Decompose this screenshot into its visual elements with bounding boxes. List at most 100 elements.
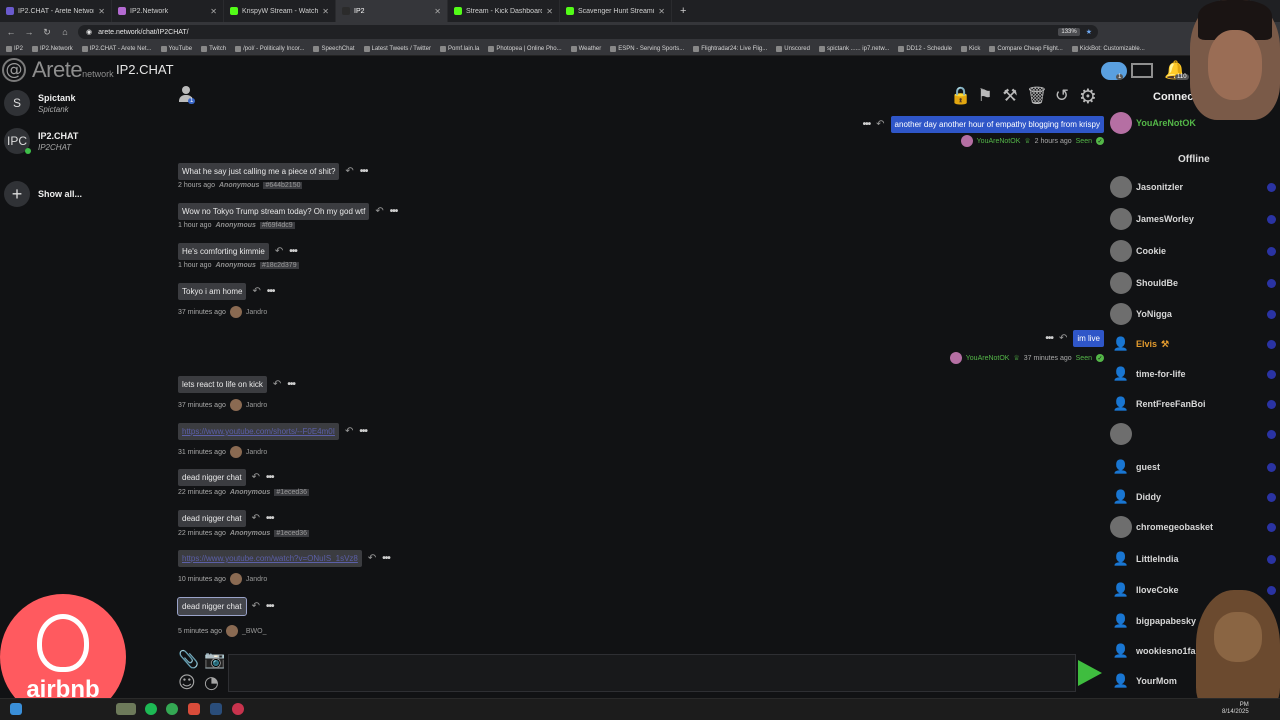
user-avatar[interactable] xyxy=(225,625,238,637)
attach-icon[interactable]: 📎 xyxy=(178,650,199,670)
reply-icon[interactable]: ↶ xyxy=(275,246,283,257)
history-icon[interactable]: ↺ xyxy=(1052,86,1072,106)
reply-icon[interactable]: ↶ xyxy=(252,472,260,483)
back-icon[interactable]: ← xyxy=(6,27,16,37)
user-avatar[interactable] xyxy=(229,399,242,411)
more-options-icon[interactable]: ••• xyxy=(1045,333,1053,344)
url-field[interactable]: ◉ arete.network/chat/IP2CHAT/ 133% ★ xyxy=(78,25,1098,39)
flag-icon[interactable]: ⚑ xyxy=(975,86,995,106)
user-offline[interactable]: YoNigga xyxy=(1110,303,1280,325)
show-all-button[interactable]: + Show all... xyxy=(4,181,82,207)
close-icon[interactable]: ✕ xyxy=(546,7,553,16)
browser-tab[interactable]: Scavenger Hunt Streaming - Li ✕ xyxy=(560,0,672,22)
bookmark-item[interactable]: Compare Cheap Flight... xyxy=(989,45,1063,52)
bookmark-item[interactable]: Photopea | Online Pho... xyxy=(488,45,562,52)
more-options-icon[interactable]: ••• xyxy=(390,206,398,217)
reply-icon[interactable]: ↶ xyxy=(345,166,353,177)
more-options-icon[interactable]: ••• xyxy=(266,472,274,483)
user-offline[interactable]: 👤 RentFreeFanBoi xyxy=(1110,393,1280,415)
room-spictank[interactable]: S Spictank Spictank xyxy=(4,90,76,116)
close-icon[interactable]: ✕ xyxy=(658,7,665,16)
message-input[interactable] xyxy=(228,654,1076,692)
spotify-icon[interactable] xyxy=(145,703,157,715)
emoji-icon[interactable]: ☺ xyxy=(178,673,196,693)
bookmark-item[interactable]: /pol/ - Politically Incor... xyxy=(235,45,304,52)
reply-icon[interactable]: ↶ xyxy=(273,379,281,390)
user-offline[interactable] xyxy=(1110,423,1280,445)
reload-icon[interactable]: ↻ xyxy=(42,27,52,38)
bookmark-item[interactable]: IP2.CHAT - Arete Net... xyxy=(81,45,152,52)
windows-start-icon[interactable] xyxy=(10,703,22,715)
user-avatar[interactable] xyxy=(229,446,242,458)
bookmark-item[interactable]: Weather xyxy=(570,45,601,52)
user-offline[interactable]: 👤 Diddy xyxy=(1110,486,1280,508)
browser-tab[interactable]: IP2.CHAT - Arete Network ✕ xyxy=(0,0,112,22)
bookmark-star-icon[interactable]: ★ xyxy=(1086,28,1098,36)
taskbar-app-icon[interactable] xyxy=(116,703,136,715)
more-options-icon[interactable]: ••• xyxy=(267,286,275,297)
gear-icon[interactable]: ⚙ xyxy=(1078,86,1098,106)
more-options-icon[interactable]: ••• xyxy=(266,601,274,612)
user-avatar[interactable] xyxy=(960,135,973,147)
bookmark-item[interactable]: IP2.Network xyxy=(32,45,73,52)
home-icon[interactable]: ⌂ xyxy=(60,27,70,37)
message-author[interactable]: Jandro xyxy=(246,449,267,456)
bookmark-item[interactable]: Twitch xyxy=(201,45,226,52)
bookmark-item[interactable]: ESPN - Serving Sports... xyxy=(610,45,684,52)
bookmark-item[interactable]: IP2 xyxy=(6,45,23,52)
close-icon[interactable]: ✕ xyxy=(210,7,217,16)
sticker-icon[interactable]: ◔ xyxy=(204,673,219,693)
browser-tab[interactable]: KrispyW Stream - Watch Li ✕ xyxy=(224,0,336,22)
user-offline[interactable]: chromegeobasket xyxy=(1110,516,1280,538)
bookmark-item[interactable]: Unscored xyxy=(776,45,810,52)
user-avatar[interactable] xyxy=(229,306,242,318)
bookmark-item[interactable]: Pomf.lain.la xyxy=(439,45,479,52)
message-bubble[interactable]: lets react to life on kick xyxy=(178,376,267,393)
message-author[interactable]: _BWO_ xyxy=(242,628,267,635)
message-bubble[interactable]: dead nigger chat xyxy=(177,597,247,616)
bookmark-item[interactable]: KickBot: Customizable... xyxy=(1071,45,1145,52)
message-bubble[interactable]: dead nigger chat xyxy=(178,510,246,527)
message-link[interactable]: https://www.youtube.com/shorts/--F0E4m0I xyxy=(178,423,339,440)
bookmark-item[interactable]: Latest Tweets / Twitter xyxy=(363,45,431,52)
user-offline[interactable]: 👤 guest xyxy=(1110,456,1280,478)
reply-icon[interactable]: ↶ xyxy=(252,513,260,524)
message-author[interactable]: YouAreNotOK xyxy=(977,138,1021,145)
camera-icon[interactable]: 📷 xyxy=(204,650,225,670)
message-bubble[interactable]: another day another hour of empathy blog… xyxy=(890,116,1104,133)
user-offline[interactable]: ShouldBe xyxy=(1110,272,1280,294)
bookmark-item[interactable]: SpeechChat xyxy=(313,45,355,52)
send-button[interactable] xyxy=(1078,660,1102,686)
arete-logo[interactable]: @ Arete network xyxy=(2,56,114,84)
browser-tab[interactable]: IP2.Network ✕ xyxy=(112,0,224,22)
more-options-icon[interactable]: ••• xyxy=(287,379,295,390)
message-link[interactable]: https://www.youtube.com/watch?v=ONuIS_1s… xyxy=(178,550,362,567)
taskbar-app-icon[interactable] xyxy=(188,703,200,715)
message-bubble[interactable]: What he say just calling me a piece of s… xyxy=(178,163,340,180)
message-author[interactable]: YouAreNotOK xyxy=(966,355,1010,362)
more-options-icon[interactable]: ••• xyxy=(359,426,367,437)
message-bubble[interactable]: im live xyxy=(1073,330,1104,347)
browser-tab[interactable]: Stream - Kick Dashboard ✕ xyxy=(448,0,560,22)
bookmark-item[interactable]: spictank ...... ip7.netw... xyxy=(818,45,889,52)
lock-icon[interactable]: 🔒 xyxy=(950,86,971,106)
message-author[interactable]: Jandro xyxy=(246,309,267,316)
forward-icon[interactable]: → xyxy=(24,27,34,37)
zoom-indicator[interactable]: 133% xyxy=(1058,28,1080,36)
user-offline[interactable]: Cookie xyxy=(1110,240,1280,262)
room-ip2chat[interactable]: IPC IP2.CHAT IP2CHAT xyxy=(4,128,78,154)
message-bubble[interactable]: Wow no Tokyo Trump stream today? Oh my g… xyxy=(178,203,370,220)
chat-notification-icon[interactable] xyxy=(1101,62,1127,80)
message-author[interactable]: Jandro xyxy=(246,576,267,583)
bookmark-item[interactable]: Flightradar24: Live Flig... xyxy=(693,45,767,52)
user-offline[interactable]: 👤 LittleIndia xyxy=(1110,548,1280,570)
browser-tab[interactable]: IP2 ✕ xyxy=(336,0,448,22)
close-icon[interactable]: ✕ xyxy=(434,7,441,16)
reply-icon[interactable]: ↶ xyxy=(345,426,353,437)
trash-icon[interactable]: 🗑 xyxy=(1026,86,1048,106)
message-bubble[interactable]: dead nigger chat xyxy=(178,469,246,486)
new-tab-icon[interactable]: + xyxy=(672,5,686,17)
close-icon[interactable]: ✕ xyxy=(322,7,329,16)
more-options-icon[interactable]: ••• xyxy=(382,553,390,564)
user-offline[interactable]: Jasonitzler xyxy=(1110,176,1280,198)
